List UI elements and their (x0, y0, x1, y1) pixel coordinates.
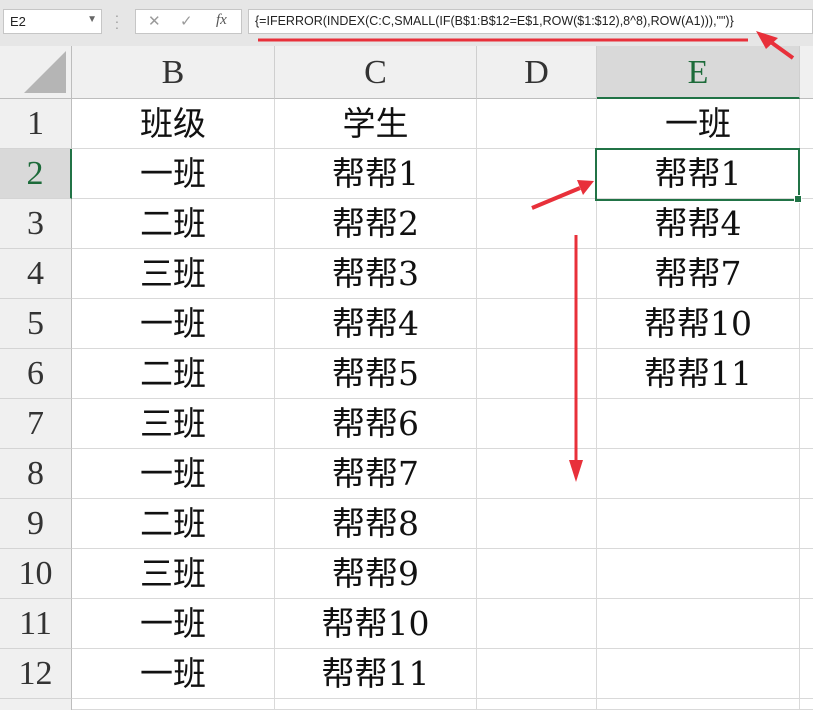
arrow-to-formula-icon (756, 31, 795, 60)
annotation-overlay (258, 31, 795, 482)
arrow-to-active-cell-icon (531, 180, 594, 210)
arrow-down-fill-icon (569, 235, 583, 482)
